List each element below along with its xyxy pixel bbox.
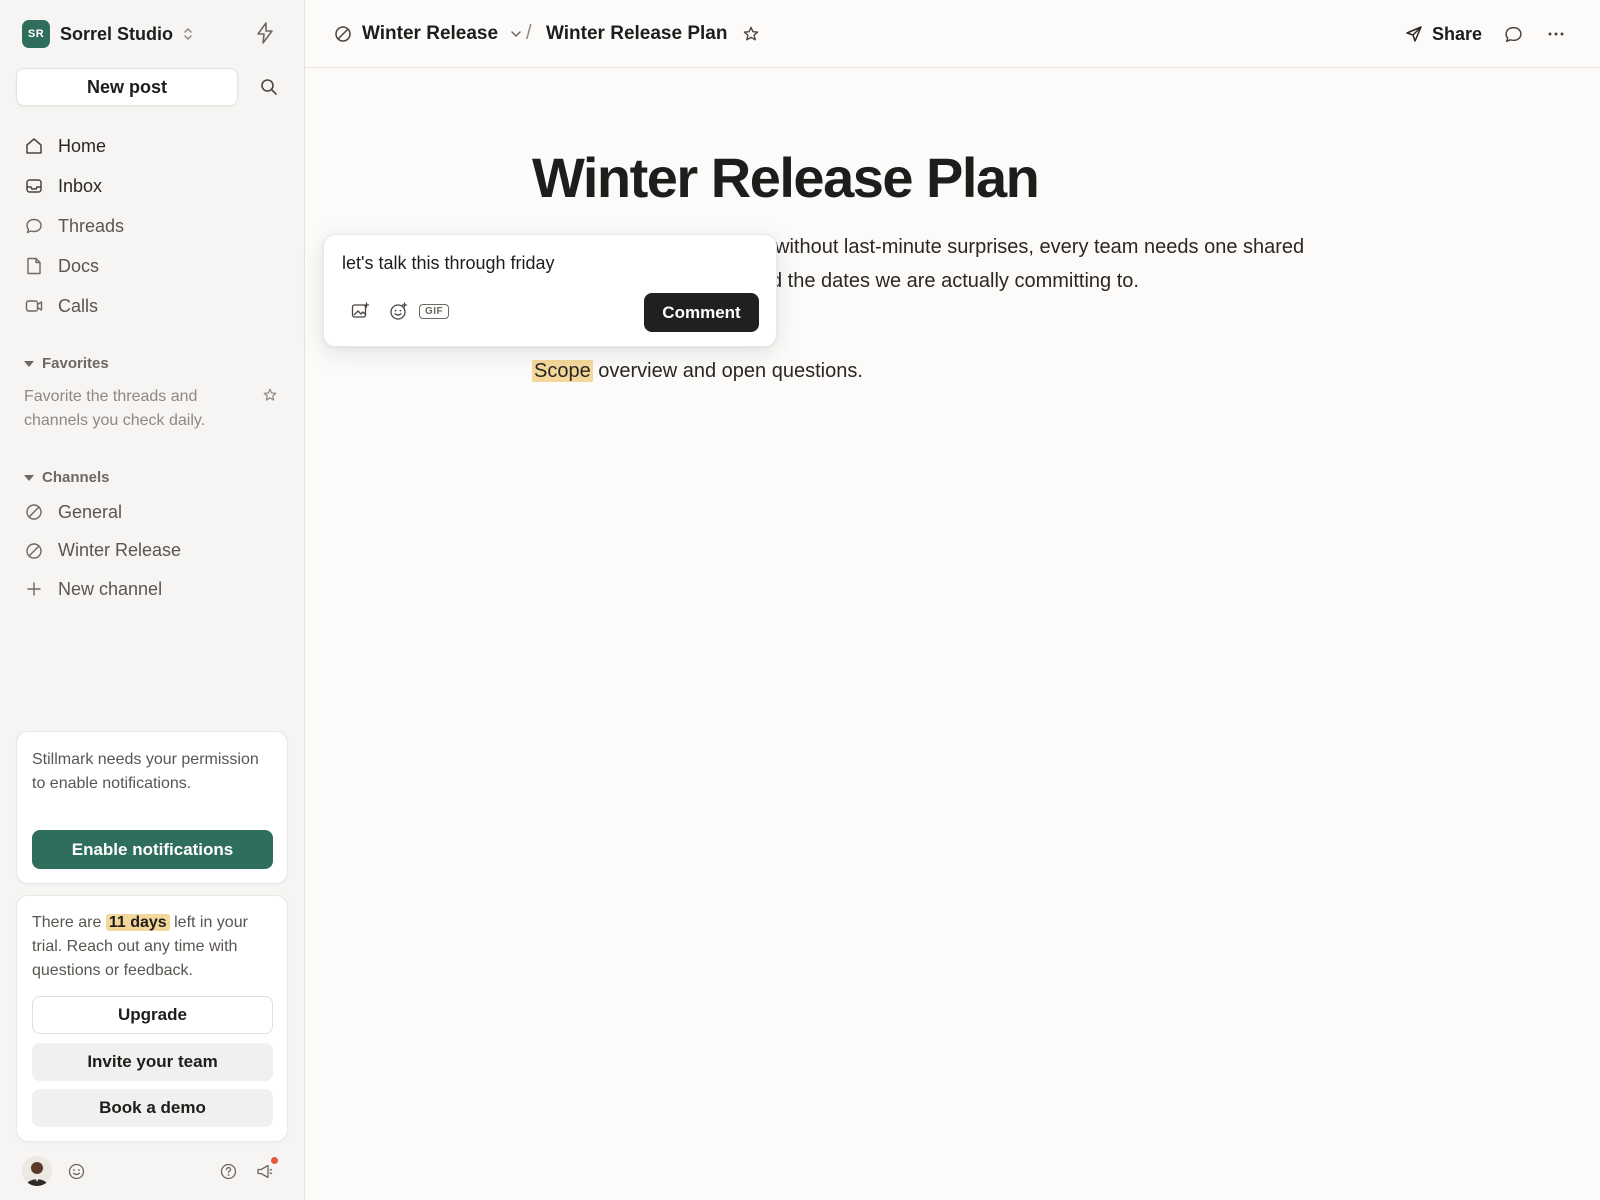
caret-down-icon bbox=[24, 474, 34, 481]
sidebar-footer bbox=[22, 1156, 284, 1186]
channel-label: General bbox=[58, 501, 123, 522]
help-icon[interactable] bbox=[218, 1161, 238, 1181]
search-icon[interactable] bbox=[258, 76, 280, 98]
main-nav: Home Inbox Threads Docs Calls bbox=[24, 126, 124, 326]
document-line[interactable]: Scope overview and open questions. bbox=[532, 354, 863, 388]
nav-item-label: Home bbox=[58, 135, 107, 156]
notification-dot bbox=[271, 1157, 278, 1164]
channel-list: General Winter Release New channel bbox=[24, 493, 181, 609]
document-line-rest: overview and open questions. bbox=[592, 360, 863, 382]
channels-heading: Channels bbox=[42, 469, 110, 486]
send-icon bbox=[1405, 25, 1423, 43]
sidebar: SR Sorrel Studio New post Home Inbox Thr… bbox=[0, 0, 305, 1200]
image-upload-icon[interactable] bbox=[349, 300, 371, 322]
plus-icon bbox=[24, 579, 44, 599]
comment-input[interactable]: let's talk this through friday bbox=[342, 253, 555, 274]
comment-submit-button[interactable]: Comment bbox=[644, 293, 759, 332]
nav-item-docs[interactable]: Docs bbox=[24, 246, 124, 286]
document-title[interactable]: Winter Release Plan bbox=[532, 145, 1040, 210]
comment-popover: let's talk this through friday GIF Comme… bbox=[323, 234, 777, 347]
avatar[interactable] bbox=[22, 1156, 52, 1186]
announcement-icon[interactable] bbox=[254, 1161, 274, 1181]
breadcrumb-channel[interactable]: Winter Release bbox=[334, 0, 522, 68]
top-bar: Winter Release / Winter Release Plan Sha… bbox=[305, 0, 1600, 68]
favorites-section-toggle[interactable]: Favorites bbox=[24, 355, 109, 372]
bolt-icon[interactable] bbox=[256, 22, 274, 49]
chevron-up-down-icon bbox=[183, 27, 193, 41]
notifications-text: Stillmark needs your permission to enabl… bbox=[32, 751, 259, 792]
breadcrumb-document-label: Winter Release Plan bbox=[546, 23, 728, 44]
emoji-icon[interactable] bbox=[387, 300, 409, 322]
nav-item-calls[interactable]: Calls bbox=[24, 286, 124, 326]
home-icon bbox=[24, 136, 44, 156]
docs-icon bbox=[24, 256, 44, 276]
nav-item-label: Inbox bbox=[58, 175, 103, 196]
more-options-icon[interactable] bbox=[1544, 22, 1568, 46]
enable-notifications-button[interactable]: Enable notifications bbox=[32, 830, 273, 869]
workspace-logo: SR bbox=[22, 20, 50, 48]
nav-item-home[interactable]: Home bbox=[24, 126, 124, 166]
inbox-icon bbox=[24, 176, 44, 196]
upgrade-button[interactable]: Upgrade bbox=[32, 996, 273, 1034]
chevron-down-icon bbox=[510, 30, 522, 38]
video-icon bbox=[24, 296, 44, 316]
favorites-heading: Favorites bbox=[42, 355, 109, 372]
commented-text-highlight[interactable]: Scope bbox=[532, 360, 593, 382]
trial-text-before: There are bbox=[32, 914, 102, 931]
trial-days-badge: 11 days bbox=[105, 914, 170, 931]
channel-label: New channel bbox=[58, 578, 163, 599]
invite-team-button[interactable]: Invite your team bbox=[32, 1043, 273, 1081]
channel-icon bbox=[334, 25, 352, 43]
trial-card: There are 11 days left in your trial. Re… bbox=[16, 895, 288, 1142]
channel-label: Winter Release bbox=[58, 540, 182, 561]
breadcrumb-document[interactable]: Winter Release Plan bbox=[546, 0, 759, 68]
workspace-switcher[interactable]: SR Sorrel Studio bbox=[22, 20, 193, 48]
channel-item-general[interactable]: General bbox=[24, 493, 181, 532]
channels-section-toggle[interactable]: Channels bbox=[24, 469, 110, 486]
comment-icon[interactable] bbox=[1501, 22, 1525, 46]
gif-button[interactable]: GIF bbox=[419, 300, 450, 322]
workspace-name: Sorrel Studio bbox=[60, 23, 174, 44]
caret-down-icon bbox=[24, 360, 34, 367]
breadcrumb-separator: / bbox=[526, 22, 532, 44]
channel-icon bbox=[24, 502, 44, 522]
nav-item-label: Calls bbox=[58, 295, 99, 316]
favorites-empty-text: Favorite the threads and channels you ch… bbox=[24, 388, 206, 429]
notifications-card: Stillmark needs your permission to enabl… bbox=[16, 731, 288, 884]
share-label: Share bbox=[1432, 23, 1483, 44]
nav-item-threads[interactable]: Threads bbox=[24, 206, 124, 246]
star-icon[interactable] bbox=[743, 26, 759, 42]
nav-item-label: Threads bbox=[58, 215, 125, 236]
channel-icon bbox=[24, 541, 44, 561]
star-icon[interactable] bbox=[263, 388, 277, 407]
nav-item-inbox[interactable]: Inbox bbox=[24, 166, 124, 206]
channel-item-winter-release[interactable]: Winter Release bbox=[24, 532, 181, 571]
breadcrumb-channel-label: Winter Release bbox=[362, 23, 499, 44]
book-demo-button[interactable]: Book a demo bbox=[32, 1089, 273, 1127]
smiley-icon[interactable] bbox=[66, 1161, 86, 1181]
share-button[interactable]: Share bbox=[1405, 22, 1482, 46]
threads-icon bbox=[24, 216, 44, 236]
gif-icon: GIF bbox=[419, 303, 450, 319]
trial-text: There are 11 days left in your trial. Re… bbox=[32, 911, 272, 983]
new-post-button[interactable]: New post bbox=[16, 68, 238, 106]
new-channel-button[interactable]: New channel bbox=[24, 570, 181, 609]
nav-item-label: Docs bbox=[58, 255, 100, 276]
